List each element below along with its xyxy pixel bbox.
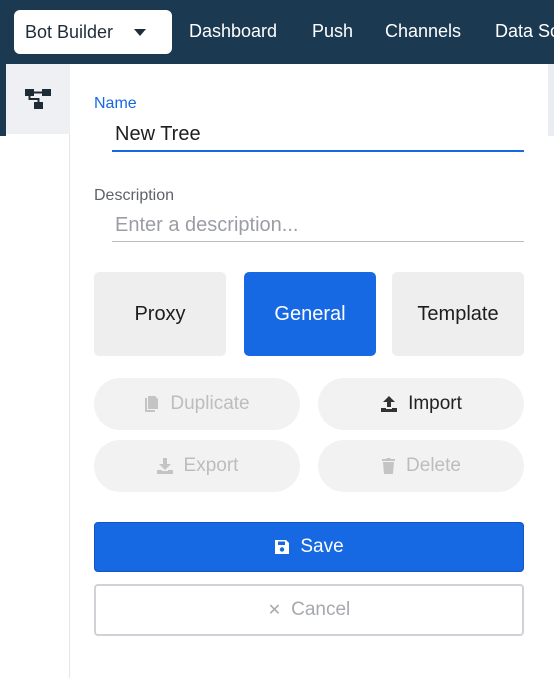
export-button[interactable]: Export (94, 440, 300, 492)
description-label: Description (94, 187, 175, 204)
cancel-label: Cancel (291, 599, 351, 620)
nav-dashboard[interactable]: Dashboard (189, 21, 277, 42)
duplicate-button[interactable]: Duplicate (94, 378, 300, 430)
name-label: Name (94, 95, 137, 112)
type-general-label: General (274, 302, 346, 325)
delete-button[interactable]: Delete (318, 440, 524, 492)
nav-data-sources[interactable]: Data Sc (495, 21, 554, 42)
cancel-button[interactable]: ✕ Cancel (94, 584, 524, 636)
nav-channels[interactable]: Channels (385, 21, 461, 42)
save-label: Save (300, 536, 344, 557)
export-label: Export (183, 455, 239, 476)
background-edge (548, 64, 554, 136)
trash-icon (382, 458, 396, 474)
download-icon (156, 458, 173, 474)
type-general-button[interactable]: General (244, 272, 376, 356)
import-button[interactable]: Import (318, 378, 524, 430)
name-input[interactable] (112, 118, 524, 152)
delete-label: Delete (406, 455, 461, 476)
import-label: Import (408, 393, 462, 414)
description-input[interactable] (112, 210, 524, 242)
duplicate-label: Duplicate (170, 393, 250, 414)
close-icon: ✕ (267, 602, 282, 619)
chevron-down-icon (134, 29, 146, 36)
top-navigation-bar: Bot Builder Dashboard Push Channels Data… (0, 0, 554, 64)
sidebar (6, 64, 70, 678)
nav-push[interactable]: Push (312, 21, 353, 42)
app-selector-value: Bot Builder (25, 21, 114, 42)
save-button[interactable]: Save (94, 522, 524, 572)
save-icon (275, 540, 290, 554)
tree-structure-icon (25, 89, 51, 109)
upload-icon (381, 396, 398, 412)
copy-icon (145, 396, 159, 412)
type-template-label: Template (417, 302, 499, 325)
app-selector-dropdown[interactable]: Bot Builder (14, 10, 172, 54)
sidebar-tab-tree[interactable] (6, 64, 70, 134)
type-template-button[interactable]: Template (392, 272, 524, 356)
type-proxy-button[interactable]: Proxy (94, 272, 226, 356)
type-proxy-label: Proxy (134, 302, 186, 325)
